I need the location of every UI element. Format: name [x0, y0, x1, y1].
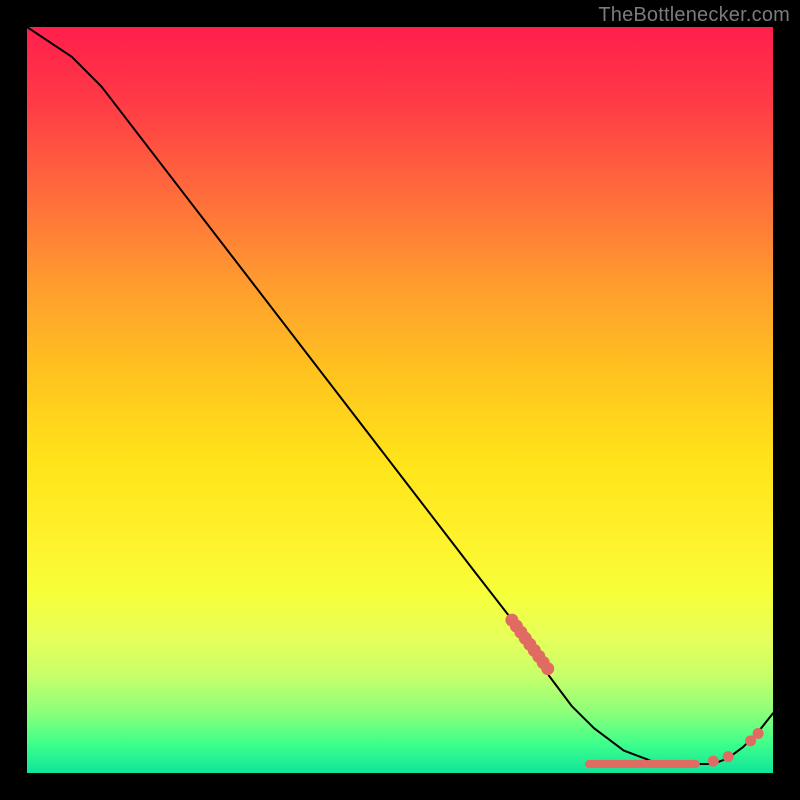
- scatter-dots: [505, 614, 763, 769]
- attribution-text: TheBottlenecker.com: [598, 4, 790, 27]
- data-point: [723, 751, 734, 762]
- data-point: [541, 662, 554, 675]
- plot-gradient-area: [27, 27, 773, 773]
- data-point: [753, 728, 764, 739]
- data-point: [690, 760, 700, 768]
- chart-svg: [27, 27, 773, 773]
- bottleneck-curve: [27, 27, 773, 764]
- data-point: [708, 756, 719, 767]
- chart-frame: TheBottlenecker.com: [0, 0, 800, 800]
